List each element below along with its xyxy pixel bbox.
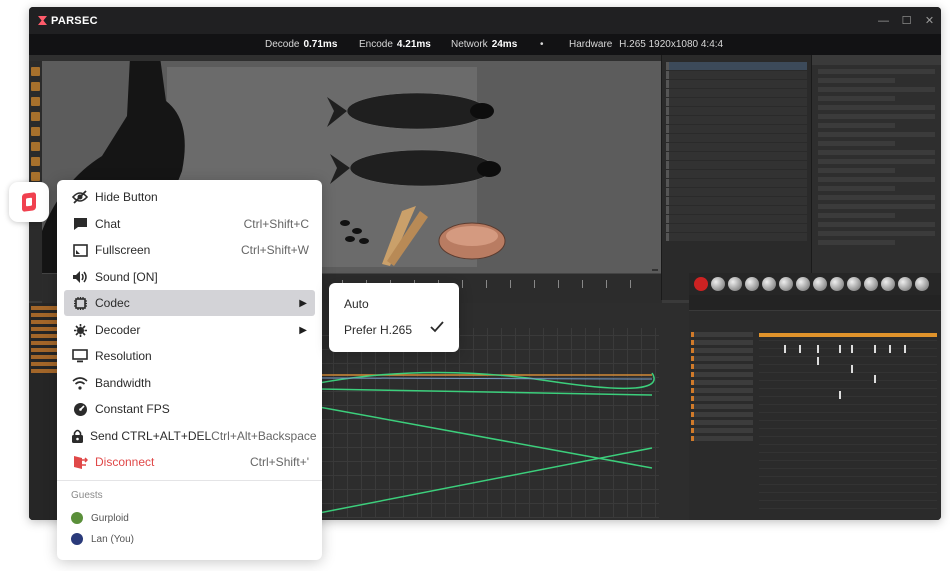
stat-label: Encode bbox=[359, 39, 393, 50]
menu-item-disconnect[interactable]: Disconnect Ctrl+Shift+' bbox=[64, 449, 315, 475]
stat-value: 0.71ms bbox=[303, 39, 338, 50]
guest-name: Lan (You) bbox=[91, 533, 134, 545]
codec-option-label: Auto bbox=[344, 297, 369, 311]
stat-value: 24ms bbox=[491, 39, 518, 50]
checkmark-icon bbox=[430, 321, 444, 336]
lock-icon bbox=[71, 428, 84, 444]
stats-bar: Decode 0.71ms Encode 4.21ms Network 24ms • … bbox=[29, 34, 941, 55]
menu-item-shortcut: Ctrl+Shift+W bbox=[240, 243, 309, 257]
c4d-material-manager bbox=[689, 273, 941, 295]
monitor-icon bbox=[71, 348, 89, 364]
menu-item-label: Sound [ON] bbox=[95, 270, 158, 284]
menu-item-label: Decoder bbox=[95, 323, 141, 337]
chip-icon bbox=[71, 295, 89, 311]
menu-item-label: Disconnect bbox=[95, 455, 155, 469]
parsec-mark-icon bbox=[38, 16, 47, 25]
disconnect-icon bbox=[71, 454, 89, 470]
codec-option-label: Prefer H.265 bbox=[344, 323, 413, 337]
menu-item-chat[interactable]: Chat Ctrl+Shift+C bbox=[64, 211, 315, 237]
parsec-logo: PARSEC bbox=[38, 15, 98, 27]
menu-item-fullscreen[interactable]: Fullscreen Ctrl+Shift+W bbox=[64, 237, 315, 263]
menu-item-label: Fullscreen bbox=[95, 243, 151, 257]
c4d-object-manager bbox=[661, 55, 811, 300]
menu-item-label: Codec bbox=[95, 296, 130, 310]
app-title: PARSEC bbox=[51, 14, 98, 27]
c4d-left-toolbar bbox=[29, 61, 42, 301]
guest-avatar bbox=[71, 512, 83, 524]
guest-item[interactable]: Gurploid bbox=[71, 509, 129, 527]
speaker-icon bbox=[71, 269, 89, 285]
stat-network: Network 24ms bbox=[451, 39, 517, 50]
wifi-icon bbox=[71, 375, 89, 391]
stat-value: 4.21ms bbox=[396, 39, 431, 50]
stat-encode: Encode 4.21ms bbox=[359, 39, 431, 50]
stat-value: H.265 1920x1080 4:4:4 bbox=[619, 39, 724, 50]
codec-option-prefer-h265[interactable]: Prefer H.265 bbox=[329, 317, 459, 343]
fullscreen-icon bbox=[71, 242, 89, 258]
c4d-attribute-manager bbox=[811, 55, 941, 300]
c4d-dope-sheet bbox=[689, 295, 941, 520]
stat-hardware: Hardware H.265 1920x1080 4:4:4 bbox=[569, 39, 723, 50]
guest-name: Gurploid bbox=[91, 512, 129, 524]
window-controls: — ☐ ✕ bbox=[872, 7, 941, 34]
stat-label: Decode bbox=[265, 39, 300, 50]
codec-option-auto[interactable]: Auto bbox=[329, 291, 459, 317]
submenu-arrow-icon: ▶ bbox=[299, 297, 307, 309]
viewport-grid-status bbox=[652, 269, 658, 271]
menu-item-sound[interactable]: Sound [ON] bbox=[64, 264, 315, 290]
stat-label: Network bbox=[451, 39, 488, 50]
menu-item-constant-fps[interactable]: Constant FPS bbox=[64, 396, 315, 422]
menu-item-codec[interactable]: Codec ▶ bbox=[64, 290, 315, 316]
parsec-badge-icon bbox=[22, 192, 36, 212]
menu-item-shortcut: Ctrl+Shift+' bbox=[250, 455, 309, 469]
parsec-menu-button[interactable] bbox=[9, 182, 49, 222]
submenu-arrow-icon: ▶ bbox=[299, 324, 307, 336]
menu-item-label: Bandwidth bbox=[95, 376, 152, 390]
stat-label: Hardware bbox=[569, 39, 613, 50]
menu-item-hide-button[interactable]: Hide Button bbox=[64, 184, 315, 210]
menu-item-label: Send CTRL+ALT+DEL bbox=[90, 429, 212, 443]
gauge-icon bbox=[71, 401, 89, 417]
menu-item-label: Hide Button bbox=[95, 190, 158, 204]
stat-decode: Decode 0.71ms bbox=[265, 39, 337, 50]
maximize-icon[interactable]: ☐ bbox=[895, 7, 918, 34]
menu-item-shortcut: Ctrl+Alt+Backspace bbox=[211, 429, 317, 443]
guests-header: Guests bbox=[71, 490, 103, 501]
menu-item-label: Chat bbox=[95, 217, 121, 231]
guest-item[interactable]: Lan (You) bbox=[71, 530, 134, 548]
codec-submenu: Auto Prefer H.265 bbox=[329, 283, 459, 352]
chat-icon bbox=[71, 216, 89, 232]
menu-item-label: Resolution bbox=[95, 349, 152, 363]
cpu-icon bbox=[71, 322, 89, 338]
parsec-overlay-menu: Hide Button Chat Ctrl+Shift+C Fullscreen… bbox=[57, 180, 322, 560]
stat-separator: • bbox=[540, 39, 544, 50]
menu-item-send-ctrl-alt-del[interactable]: Send CTRL+ALT+DEL Ctrl+Alt+Backspace bbox=[64, 423, 317, 449]
menu-item-resolution[interactable]: Resolution bbox=[64, 343, 315, 369]
minimize-icon[interactable]: — bbox=[872, 7, 895, 34]
menu-item-bandwidth[interactable]: Bandwidth bbox=[64, 370, 315, 396]
guest-avatar bbox=[71, 533, 83, 545]
menu-divider bbox=[57, 480, 322, 481]
menu-item-shortcut: Ctrl+Shift+C bbox=[243, 217, 309, 231]
title-bar: PARSEC — ☐ ✕ bbox=[29, 7, 941, 34]
eye-off-icon bbox=[71, 189, 89, 205]
close-icon[interactable]: ✕ bbox=[918, 7, 941, 34]
menu-item-decoder[interactable]: Decoder ▶ bbox=[64, 317, 315, 343]
menu-item-label: Constant FPS bbox=[95, 402, 170, 416]
